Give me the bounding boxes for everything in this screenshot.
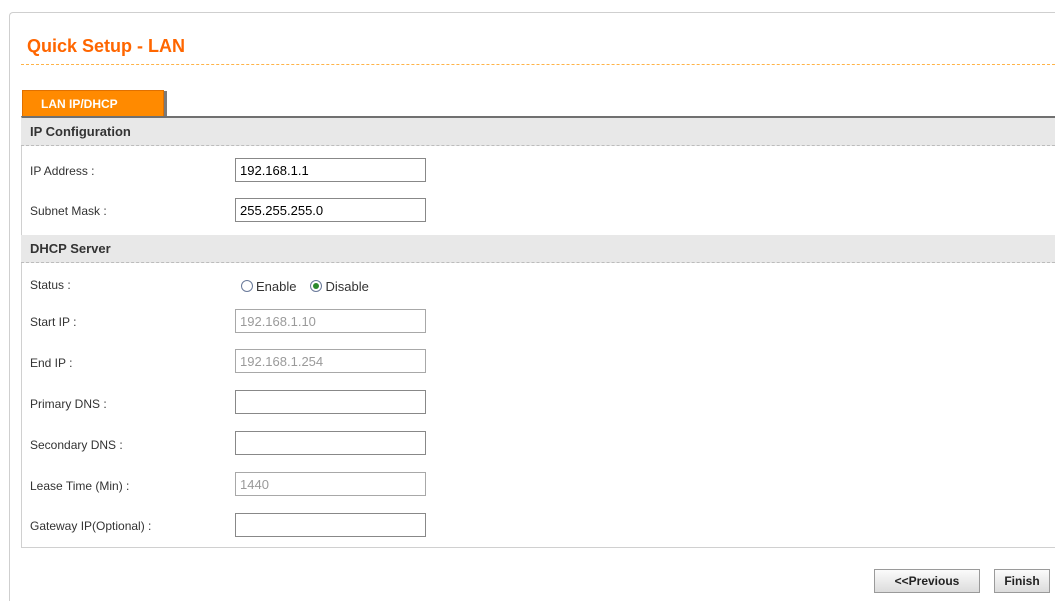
dhcp-server-header: DHCP Server <box>21 235 1055 263</box>
end-ip-label: End IP : <box>30 356 73 370</box>
ip-address-input[interactable] <box>235 158 426 182</box>
title-divider <box>21 64 1055 65</box>
disable-radio-label: Disable <box>325 278 369 294</box>
settings-panel <box>21 116 1055 548</box>
enable-radio-label: Enable <box>256 278 297 294</box>
status-radio-group: Enable Disable <box>241 277 383 295</box>
previous-button[interactable]: <<Previous <box>874 569 980 593</box>
status-disable-option[interactable]: Disable <box>310 278 369 294</box>
ip-address-label: IP Address : <box>30 164 95 178</box>
tab-lan-ip-dhcp[interactable]: LAN IP/DHCP <box>22 90 167 117</box>
secondary-dns-input[interactable] <box>235 431 426 455</box>
subnet-mask-label: Subnet Mask : <box>30 204 107 218</box>
ip-configuration-header: IP Configuration <box>21 118 1055 146</box>
status-enable-option[interactable]: Enable <box>241 279 296 294</box>
finish-button[interactable]: Finish <box>994 569 1050 593</box>
enable-radio[interactable] <box>241 280 253 292</box>
start-ip-input[interactable] <box>235 309 426 333</box>
secondary-dns-label: Secondary DNS : <box>30 438 123 452</box>
gateway-ip-input[interactable] <box>235 513 426 537</box>
status-label: Status : <box>30 278 71 292</box>
primary-dns-label: Primary DNS : <box>30 397 107 411</box>
gateway-ip-label: Gateway IP(Optional) : <box>30 519 152 533</box>
subnet-mask-input[interactable] <box>235 198 426 222</box>
disable-radio[interactable] <box>310 280 323 292</box>
lease-time-input[interactable] <box>235 472 426 496</box>
lease-time-label: Lease Time (Min) : <box>30 479 130 493</box>
primary-dns-input[interactable] <box>235 390 426 414</box>
end-ip-input[interactable] <box>235 349 426 373</box>
start-ip-label: Start IP : <box>30 315 77 329</box>
page-title: Quick Setup - LAN <box>27 36 186 56</box>
